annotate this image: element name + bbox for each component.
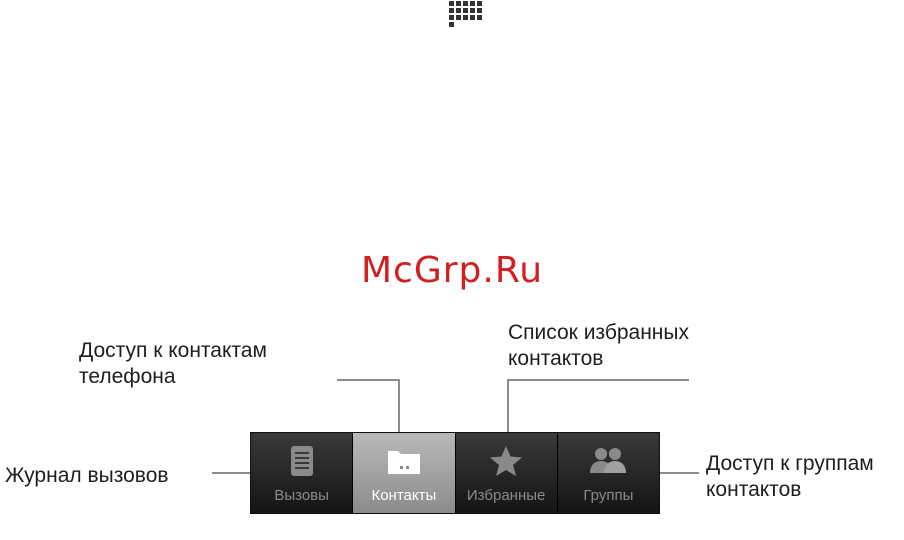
tab-contacts[interactable]: Контакты [353,433,456,513]
callout-line [212,472,251,474]
tab-contacts-label: Контакты [371,487,437,504]
star-icon [489,445,523,477]
groups-icon [589,445,627,477]
callout-groups-access-line2: контактов [706,478,802,501]
callout-line [507,379,509,433]
callout-line [507,379,689,381]
callout-favorites-list: Список избранных контактов [508,320,689,372]
call-log-icon [289,445,315,477]
callout-call-log: Журнал вызовов [5,464,169,487]
callout-line [398,379,400,433]
callout-contacts-access: Доступ к контактам телефона [79,338,267,390]
callout-line [658,472,699,474]
callout-groups-access: Доступ к группам контактов [706,451,874,503]
callout-contacts-access-line2: телефона [79,365,176,388]
tab-groups[interactable]: Группы [557,433,659,513]
callout-favorites-list-line1: Список избранных [508,321,690,344]
tab-favorites[interactable]: Избранные [455,433,558,513]
app-grid-icon [448,0,482,36]
tab-calls-label: Вызовы [274,487,329,504]
callout-groups-access-line1: Доступ к группам [706,452,874,475]
tab-calls[interactable]: Вызовы [251,433,354,513]
contacts-folder-icon [386,445,422,477]
callout-favorites-list-line2: контактов [508,347,604,370]
callout-contacts-access-line1: Доступ к контактам [79,339,267,362]
callout-line [337,379,399,381]
tab-groups-label: Группы [583,487,634,504]
contacts-tab-bar: Вызовы Контакты Избранные Группы [250,432,660,514]
watermark: McGrp.Ru [360,250,544,291]
tab-favorites-label: Избранные [466,487,546,504]
